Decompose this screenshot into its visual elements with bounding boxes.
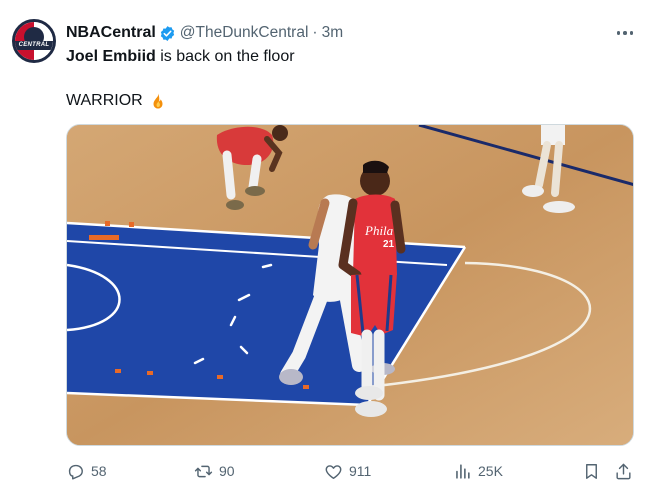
- display-name[interactable]: NBACentral: [66, 24, 156, 42]
- fire-emoji-icon: [153, 93, 163, 109]
- tweet-header: NBACentral @TheDunkCentral · 3m: [66, 22, 343, 44]
- views-button[interactable]: 25K: [453, 458, 503, 484]
- action-bar: 58 90 911 25K: [0, 458, 650, 484]
- more-dot: [629, 31, 634, 35]
- like-count: 911: [349, 463, 372, 479]
- reply-button[interactable]: 58: [66, 458, 107, 484]
- avatar[interactable]: CENTRAL: [12, 19, 56, 63]
- repost-icon: [194, 465, 213, 477]
- more-dot: [616, 31, 621, 35]
- court-scene: Phila 21: [67, 125, 633, 445]
- verified-badge-icon: [160, 25, 174, 41]
- tweet-text-bold: Joel Embiid: [66, 48, 156, 65]
- reply-icon: [68, 464, 83, 479]
- jersey-text: Phila: [364, 223, 394, 238]
- media-video[interactable]: Phila 21: [66, 124, 634, 446]
- views-count: 25K: [478, 463, 503, 479]
- heart-icon: [325, 464, 342, 479]
- warrior-text: WARRIOR: [66, 92, 143, 109]
- more-icon[interactable]: [614, 26, 636, 40]
- handle[interactable]: @TheDunkCentral: [180, 24, 309, 42]
- bookmark-button[interactable]: [582, 458, 601, 484]
- like-button[interactable]: 911: [324, 458, 371, 484]
- views-icon: [456, 463, 470, 479]
- tweet-text-second-line: WARRIOR: [66, 92, 167, 110]
- tweet-text: Joel Embiid is back on the floor: [66, 48, 295, 66]
- share-icon: [616, 463, 631, 479]
- reply-count: 58: [91, 463, 107, 479]
- repost-button[interactable]: 90: [194, 458, 235, 484]
- avatar-text: CENTRAL: [15, 41, 53, 50]
- more-dot: [623, 31, 627, 35]
- timestamp[interactable]: 3m: [322, 24, 344, 42]
- share-button[interactable]: [614, 458, 633, 484]
- bookmark-icon: [586, 463, 597, 479]
- repost-count: 90: [219, 463, 235, 479]
- jersey-number: 21: [383, 239, 395, 250]
- separator-dot: ·: [312, 24, 318, 41]
- tweet-text-rest: is back on the floor: [155, 48, 295, 65]
